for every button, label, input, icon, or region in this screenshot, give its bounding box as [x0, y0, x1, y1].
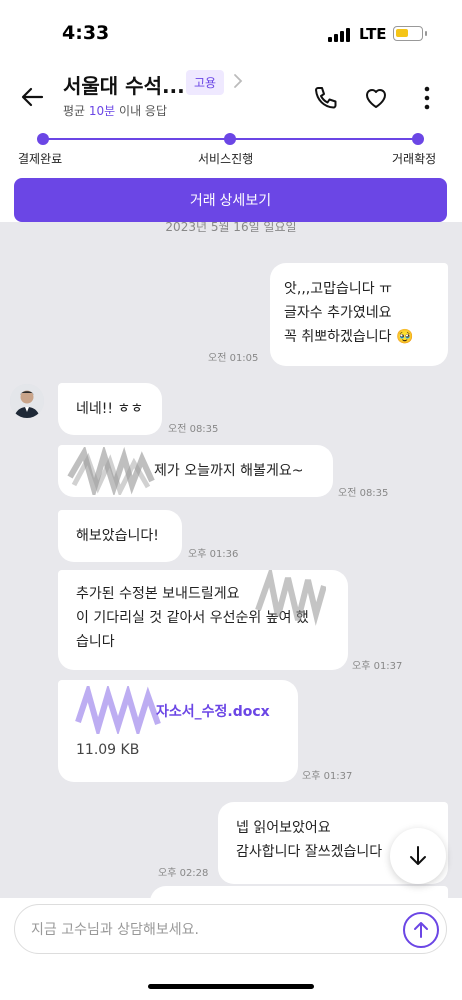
chat-header: 서울대 수석... 고용 평균 10분 이내 응답	[0, 62, 462, 134]
redaction-scribble	[255, 570, 326, 626]
more-vertical-icon[interactable]	[417, 84, 437, 112]
progress-step-in-service: 서비스진행	[198, 152, 254, 166]
deal-detail-button[interactable]: 거래 상세보기	[14, 178, 447, 222]
heart-icon[interactable]	[362, 84, 390, 112]
file-size: 11.09 KB	[76, 742, 140, 758]
message-input-box[interactable]	[14, 904, 447, 954]
message-bubble-them[interactable]: 추가된 수정본 보내드릴게요 이 기다리실 것 같아서 우선순위 높여 했 습니…	[58, 570, 348, 670]
deal-progress: 결제완료 서비스진행 거래확정	[0, 132, 462, 178]
message-time: 오전 01:05	[208, 353, 259, 364]
message-bubble-them[interactable]: 해보았습니다!	[58, 510, 182, 562]
status-bar: 4:33 LTE	[0, 0, 462, 62]
message-time: 오전 08:35	[168, 424, 219, 435]
progress-step-confirmed: 거래확정	[392, 152, 437, 166]
redaction-scribble	[67, 447, 155, 495]
chevron-right-icon[interactable]	[232, 73, 244, 89]
message-bubble-them[interactable]: 제가 오늘까지 해볼게요~	[58, 445, 333, 497]
progress-step-paid: 결제완료	[18, 152, 63, 166]
message-text: 해보았습니다!	[76, 528, 159, 544]
message-time: 오전 08:35	[338, 488, 389, 499]
avatar[interactable]	[10, 384, 44, 418]
message-text: 꼭 취뽀하겠습니다 🥹	[284, 329, 414, 345]
message-bubble-me[interactable]: 앗,,,고맙습니다 ㅠ 글자수 추가였네요 꼭 취뽀하겠습니다 🥹	[270, 263, 448, 366]
message-text: 네네!! ㅎㅎ	[76, 401, 144, 417]
message-time: 오후 02:28	[158, 868, 209, 879]
signal-icon	[328, 28, 354, 42]
arrow-down-icon	[410, 846, 426, 865]
message-text: 습니다	[76, 634, 115, 650]
scroll-down-button[interactable]	[390, 828, 446, 884]
progress-dot-3	[412, 133, 424, 145]
message-time: 오후 01:37	[302, 771, 353, 782]
chat-area[interactable]: 2023년 5월 16일 일요일 앗,,,고맙습니다 ㅠ 글자수 추가였네요 꼭…	[0, 222, 462, 898]
chat-title[interactable]: 서울대 수석...	[63, 70, 185, 99]
message-text: 글자수 추가였네요	[284, 305, 392, 321]
progress-dot-2	[224, 133, 236, 145]
phone-icon[interactable]	[312, 84, 340, 112]
hire-badge: 고용	[186, 70, 225, 95]
message-text: 제가 오늘까지 해볼게요~	[154, 463, 304, 479]
response-time-value: 10분	[88, 104, 116, 118]
message-time: 오후 01:37	[352, 661, 403, 672]
file-name[interactable]: 자소서_수정.docx	[156, 700, 270, 724]
network-label: LTE	[359, 25, 387, 43]
file-attachment[interactable]: 자소서_수정.docx 11.09 KB	[58, 680, 298, 782]
status-time: 4:33	[62, 22, 110, 44]
send-button[interactable]	[403, 912, 439, 948]
home-indicator	[148, 984, 314, 989]
response-time: 평균 10분 이내 응답	[63, 104, 168, 118]
message-input[interactable]	[31, 918, 391, 942]
progress-dot-1	[37, 133, 49, 145]
message-input-bar	[0, 898, 462, 1000]
back-arrow-icon[interactable]	[18, 82, 48, 112]
message-text: 앗,,,고맙습니다 ㅠ	[284, 281, 392, 297]
redaction-scribble	[75, 686, 161, 734]
date-divider: 2023년 5월 16일 일요일	[165, 222, 297, 234]
arrow-up-icon	[414, 922, 428, 938]
message-time: 오후 01:36	[188, 549, 239, 560]
battery-icon	[393, 26, 427, 41]
message-bubble-me[interactable]	[150, 886, 448, 898]
message-bubble-them[interactable]: 네네!! ㅎㅎ	[58, 383, 162, 435]
